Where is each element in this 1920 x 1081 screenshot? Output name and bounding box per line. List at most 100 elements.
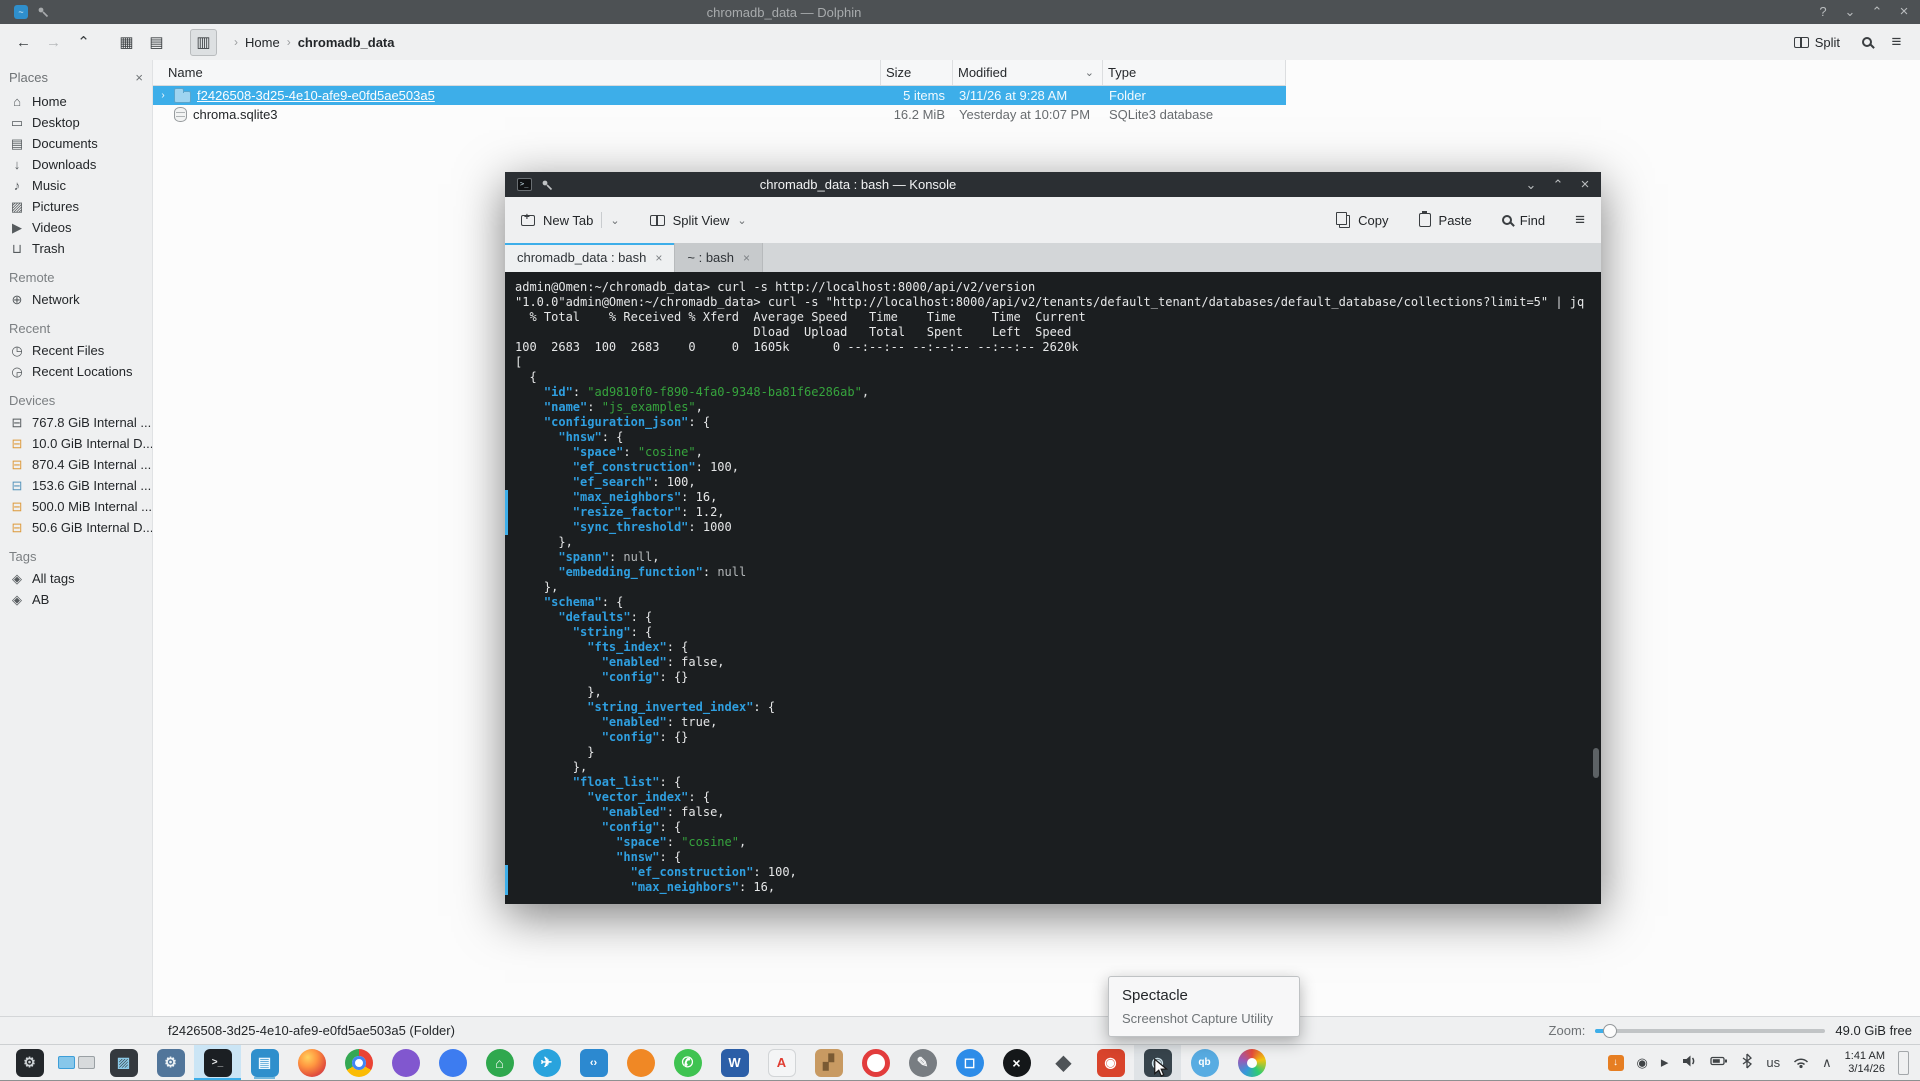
- terminal-output[interactable]: admin@Omen:~/chromadb_data> curl -s http…: [505, 272, 1601, 904]
- hamburger-menu-button[interactable]: ≡: [1883, 29, 1910, 56]
- taskbar-green-home-app-icon[interactable]: ⌂: [476, 1045, 523, 1080]
- taskbar-image-viewer-icon[interactable]: ▨: [100, 1045, 147, 1080]
- copy-button[interactable]: Copy: [1336, 212, 1388, 228]
- minimize-button[interactable]: ⌄: [1842, 4, 1858, 20]
- media-play-icon[interactable]: ▸: [1661, 1055, 1669, 1071]
- help-button[interactable]: ?: [1815, 4, 1831, 20]
- places-close-icon[interactable]: ×: [135, 70, 143, 85]
- find-button[interactable]: Find: [1502, 213, 1545, 228]
- sidebar-item-downloads[interactable]: ↓Downloads: [0, 154, 152, 175]
- paste-button[interactable]: Paste: [1419, 213, 1472, 228]
- split-view-button[interactable]: Split View ⌄: [650, 213, 747, 228]
- sidebar-item-153-6-gib-internal[interactable]: ⊟153.6 GiB Internal ...: [0, 475, 152, 496]
- taskbar-dolphin-icon[interactable]: ▤: [241, 1045, 288, 1080]
- breadcrumb-current-folder[interactable]: chromadb_data: [298, 35, 395, 50]
- network-icon[interactable]: [1793, 1053, 1809, 1072]
- sidebar-item-trash[interactable]: ⊔Trash: [0, 238, 152, 259]
- file-row-f2426508-3d25-4e10-afe9-e0fd5ae503a5[interactable]: ›f2426508-3d25-4e10-afe9-e0fd5ae503a55 i…: [153, 86, 1286, 105]
- panel-toggle-button[interactable]: [1898, 1051, 1909, 1075]
- split-button[interactable]: Split: [1794, 35, 1840, 50]
- chevron-down-icon[interactable]: ⌄: [610, 214, 619, 227]
- compact-view-button[interactable]: ▤: [143, 29, 170, 56]
- search-button[interactable]: [1853, 29, 1880, 56]
- maximize-button[interactable]: ⌃: [1869, 4, 1885, 20]
- taskbar-whatsapp-icon[interactable]: ✆: [664, 1045, 711, 1080]
- taskbar-diamond-app-icon[interactable]: ◆: [1040, 1045, 1087, 1080]
- column-header-name[interactable]: Name: [153, 60, 881, 85]
- taskbar-opera-icon[interactable]: [852, 1045, 899, 1080]
- zoom-slider-handle[interactable]: [1603, 1024, 1617, 1038]
- taskbar-rainbow-app-icon[interactable]: [1228, 1045, 1275, 1080]
- record-icon[interactable]: ◉: [1637, 1055, 1648, 1071]
- sidebar-item-videos[interactable]: ▶Videos: [0, 217, 152, 238]
- sidebar-item-documents[interactable]: ▤Documents: [0, 133, 152, 154]
- close-button[interactable]: ×: [1896, 4, 1912, 20]
- sidebar-item-767-8-gib-internal[interactable]: ⊟767.8 GiB Internal ...: [0, 412, 152, 433]
- terminal-scrollbar-thumb[interactable]: [1593, 748, 1599, 778]
- virtual-desktop-1[interactable]: [58, 1056, 75, 1069]
- konsole-titlebar[interactable]: >_ chromadb_data : bash — Konsole ⌄ ⌃ ×: [505, 172, 1601, 197]
- hamburger-menu-button[interactable]: ≡: [1575, 210, 1585, 230]
- bluetooth-icon[interactable]: [1741, 1053, 1753, 1072]
- clock[interactable]: 1:41 AM 3/14/26: [1845, 1050, 1885, 1075]
- tab-close-icon[interactable]: ×: [655, 251, 662, 265]
- column-header-size[interactable]: Size: [881, 60, 953, 85]
- pin-icon[interactable]: [541, 179, 553, 191]
- close-button[interactable]: ×: [1577, 177, 1593, 193]
- chevron-down-icon[interactable]: ⌄: [737, 214, 746, 227]
- virtual-desktop-2[interactable]: [78, 1056, 95, 1069]
- sidebar-item-ab[interactable]: ◈AB: [0, 589, 152, 610]
- taskbar-purple-app-icon[interactable]: [382, 1045, 429, 1080]
- sidebar-item-network[interactable]: ⊕Network: [0, 289, 152, 310]
- sidebar-item-recent-locations[interactable]: ◶Recent Locations: [0, 361, 152, 382]
- taskbar-system-settings-icon[interactable]: ⚙: [147, 1045, 194, 1080]
- taskbar-virtual-desktop-pager[interactable]: [53, 1045, 100, 1080]
- sidebar-item-500-0-mib-internal[interactable]: ⊟500.0 MiB Internal ...: [0, 496, 152, 517]
- taskbar-gimp-icon[interactable]: ✎: [899, 1045, 946, 1080]
- breadcrumb-home[interactable]: Home: [245, 35, 280, 50]
- zoom-slider[interactable]: [1595, 1029, 1825, 1033]
- keyboard-layout-indicator[interactable]: us: [1766, 1055, 1780, 1071]
- tab-chromadb-data-bash[interactable]: chromadb_data : bash ×: [505, 243, 675, 272]
- taskbar-orange-app-icon[interactable]: [617, 1045, 664, 1080]
- taskbar-telegram-icon[interactable]: ✈: [523, 1045, 570, 1080]
- expander-icon[interactable]: ›: [158, 90, 168, 101]
- taskbar-firefox-icon[interactable]: [288, 1045, 335, 1080]
- pin-icon[interactable]: [37, 6, 49, 18]
- minimize-button[interactable]: ⌄: [1523, 177, 1539, 193]
- taskbar-konsole-icon[interactable]: >_: [194, 1045, 241, 1080]
- taskbar-app-launcher-icon[interactable]: ⚙: [6, 1045, 53, 1080]
- dolphin-titlebar[interactable]: ~ chromadb_data — Dolphin ? ⌄ ⌃ ×: [0, 0, 1920, 24]
- forward-button[interactable]: →: [40, 29, 67, 56]
- taskbar-word-icon[interactable]: W: [711, 1045, 758, 1080]
- battery-icon[interactable]: [1710, 1053, 1728, 1072]
- column-header-modified[interactable]: Modified⌄: [953, 60, 1103, 85]
- taskbar-chrome-icon[interactable]: [335, 1045, 382, 1080]
- taskbar-red-app-icon[interactable]: ◉: [1087, 1045, 1134, 1080]
- details-view-button[interactable]: ▥: [190, 29, 217, 56]
- maximize-button[interactable]: ⌃: [1550, 177, 1566, 193]
- file-row-chroma-sqlite3[interactable]: chroma.sqlite316.2 MiBYesterday at 10:07…: [153, 105, 1286, 124]
- column-header-type[interactable]: Type: [1103, 60, 1286, 85]
- up-button[interactable]: ⌃: [70, 29, 97, 56]
- taskbar-qbittorrent-icon[interactable]: qb: [1181, 1045, 1228, 1080]
- sidebar-item-10-0-gib-internal-d[interactable]: ⊟10.0 GiB Internal D...: [0, 433, 152, 454]
- tab-close-icon[interactable]: ×: [743, 251, 750, 265]
- sidebar-item-music[interactable]: ♪Music: [0, 175, 152, 196]
- taskbar-vscode-icon[interactable]: ‹›: [570, 1045, 617, 1080]
- sidebar-item-desktop[interactable]: ▭Desktop: [0, 112, 152, 133]
- sidebar-item-recent-files[interactable]: ◷Recent Files: [0, 340, 152, 361]
- taskbar-red-a-app-icon[interactable]: A: [758, 1045, 805, 1080]
- icons-view-button[interactable]: ▦: [113, 29, 140, 56]
- taskbar-tan-app-icon[interactable]: ▞: [805, 1045, 852, 1080]
- back-button[interactable]: ←: [10, 29, 37, 56]
- taskbar-blue-circle-app-icon[interactable]: ◻: [946, 1045, 993, 1080]
- sidebar-item-870-4-gib-internal[interactable]: ⊟870.4 GiB Internal ...: [0, 454, 152, 475]
- sidebar-item-all-tags[interactable]: ◈All tags: [0, 568, 152, 589]
- sidebar-item-pictures[interactable]: ▨Pictures: [0, 196, 152, 217]
- update-icon[interactable]: ↓: [1608, 1055, 1624, 1071]
- tab-home-bash[interactable]: ~ : bash ×: [675, 243, 763, 272]
- taskbar-messenger-app-icon[interactable]: [429, 1045, 476, 1080]
- expand-tray-icon[interactable]: ∧: [1822, 1055, 1832, 1071]
- volume-icon[interactable]: [1681, 1053, 1697, 1072]
